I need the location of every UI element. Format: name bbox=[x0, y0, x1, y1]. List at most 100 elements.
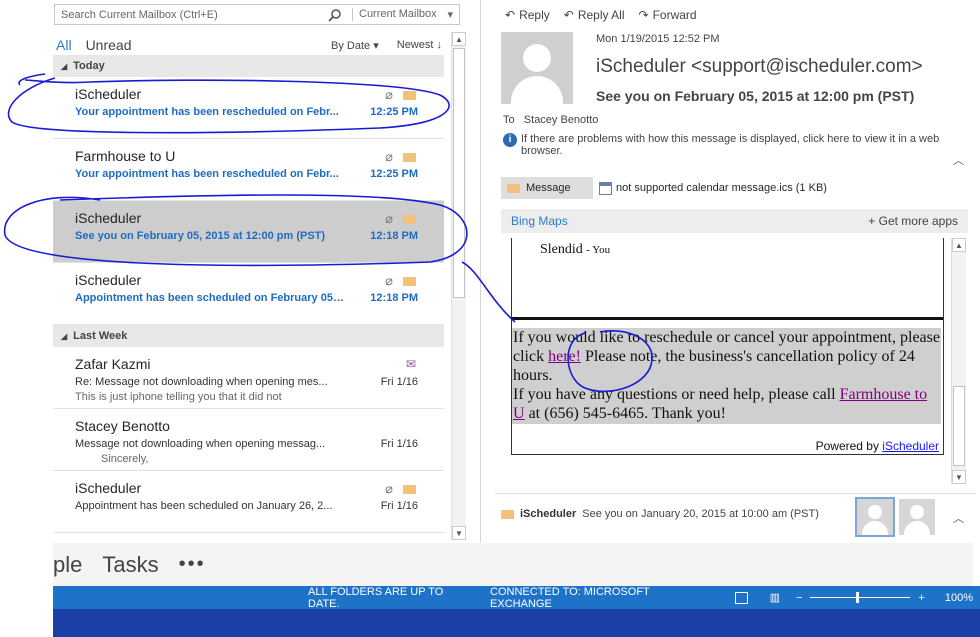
sender-avatar[interactable] bbox=[501, 32, 573, 104]
envelope-icon bbox=[403, 276, 416, 286]
taskbar bbox=[53, 609, 980, 637]
calendar-icon bbox=[599, 181, 612, 195]
list-item[interactable]: Farmhouse to U ⌀ Your appointment has be… bbox=[53, 139, 444, 201]
message-subject-header: See you on February 05, 2015 at 12:00 pm… bbox=[596, 88, 915, 104]
group-header-today[interactable]: ◢ Today bbox=[53, 55, 444, 77]
reply-all-label: Reply All bbox=[577, 8, 625, 22]
filter-unread[interactable]: Unread bbox=[86, 37, 132, 53]
scroll-down-arrow-icon[interactable]: ▼ bbox=[452, 526, 466, 540]
chevron-down-icon: ▾ bbox=[447, 9, 453, 21]
search-icon[interactable] bbox=[324, 5, 346, 24]
get-more-apps-label: Get more apps bbox=[878, 214, 958, 228]
info-bar[interactable]: i If there are problems with how this mes… bbox=[503, 133, 953, 157]
message-tab[interactable]: Message bbox=[501, 177, 593, 199]
recipient-name[interactable]: Stacey Benotto bbox=[524, 114, 599, 126]
scroll-up-arrow-icon[interactable]: ▲ bbox=[952, 238, 966, 252]
get-more-apps-button[interactable]: + Get more apps bbox=[868, 214, 958, 228]
conversation-divider bbox=[495, 493, 975, 494]
sort-by-dropdown[interactable]: By Date ▾ bbox=[331, 39, 379, 52]
message-sender: Stacey Benotto bbox=[75, 418, 170, 434]
group-label: Today bbox=[73, 60, 105, 72]
sort-order-toggle[interactable]: Newest ↓ bbox=[397, 39, 442, 51]
list-item-selected[interactable]: iScheduler ⌀ See you on February 05, 201… bbox=[53, 201, 444, 263]
zoom-slider[interactable] bbox=[810, 592, 911, 603]
zoom-level[interactable]: 100% bbox=[945, 592, 973, 604]
group-header-last-week[interactable]: ◢ Last Week bbox=[53, 325, 444, 347]
message-body: Slendid - You If you would like to resch… bbox=[511, 238, 944, 455]
reading-view-icon[interactable]: ▥ bbox=[770, 591, 780, 604]
envelope-icon bbox=[403, 152, 416, 162]
paperclip-icon: ⌀ bbox=[385, 481, 393, 496]
collapse-header-chevron-icon[interactable]: ︿ bbox=[953, 152, 964, 168]
reply-button[interactable]: ↶ Reply bbox=[505, 8, 550, 22]
nav-people[interactable]: ple bbox=[53, 552, 82, 578]
ischeduler-link[interactable]: iScheduler bbox=[882, 439, 939, 453]
conversation-sender: iScheduler bbox=[520, 508, 577, 520]
reply-all-button[interactable]: ↶ Reply All bbox=[564, 8, 625, 22]
message-time: 12:25 PM bbox=[370, 168, 418, 180]
message-sender: iScheduler bbox=[75, 272, 142, 288]
message-subject: Appointment has been scheduled on Februa… bbox=[75, 292, 345, 304]
sort-order-label: Newest bbox=[396, 39, 434, 51]
scrollbar-thumb[interactable] bbox=[453, 48, 465, 298]
forward-button[interactable]: ↷ Forward bbox=[639, 8, 697, 22]
apps-bar: Bing Maps + Get more apps bbox=[501, 209, 968, 233]
message-to: To Stacey Benotto bbox=[503, 114, 598, 126]
body-greeting: Slendid - You bbox=[540, 242, 610, 258]
search-box[interactable]: Search Current Mailbox (Ctrl+E) Current … bbox=[54, 4, 460, 25]
list-item[interactable]: Zafar Kazmi ✉ Re: Message not downloadin… bbox=[53, 347, 444, 409]
zoom-out-icon[interactable]: − bbox=[796, 592, 802, 604]
list-item[interactable]: iScheduler ⌀ Appointment has been schedu… bbox=[53, 471, 444, 533]
message-sender: iScheduler bbox=[75, 86, 142, 102]
notice-text: If you have any questions or need help, … bbox=[513, 386, 840, 403]
pane-divider[interactable] bbox=[480, 0, 481, 586]
normal-view-icon[interactable] bbox=[734, 591, 748, 604]
bing-maps-app[interactable]: Bing Maps bbox=[511, 214, 568, 228]
collapse-triangle-icon: ◢ bbox=[61, 61, 68, 71]
search-input[interactable]: Search Current Mailbox (Ctrl+E) bbox=[55, 9, 324, 21]
ink-line bbox=[461, 261, 516, 323]
people-avatar[interactable] bbox=[899, 499, 935, 535]
scroll-down-arrow-icon[interactable]: ▼ bbox=[952, 470, 966, 484]
to-label: To bbox=[503, 114, 515, 126]
list-item[interactable]: iScheduler ⌀ Your appointment has been r… bbox=[53, 77, 444, 139]
paperclip-icon: ⌀ bbox=[385, 273, 393, 288]
status-bar-edge bbox=[973, 586, 980, 609]
people-avatar[interactable] bbox=[855, 497, 895, 537]
message-subject: Your appointment has been rescheduled on… bbox=[75, 106, 339, 118]
scrollbar-thumb[interactable] bbox=[953, 386, 965, 466]
attachment-bar: Message not supported calendar message.i… bbox=[501, 176, 975, 200]
filter-all[interactable]: All bbox=[56, 37, 72, 53]
reading-pane-scrollbar[interactable]: ▲ ▼ bbox=[951, 238, 966, 484]
group-label: Last Week bbox=[73, 330, 128, 342]
message-sender: iScheduler bbox=[75, 210, 142, 226]
greeting-text: Slendid bbox=[540, 242, 583, 257]
collapse-triangle-icon: ◢ bbox=[61, 331, 68, 341]
message-preview: This is just iphone telling you that it … bbox=[75, 391, 282, 403]
attachment-file[interactable]: not supported calendar message.ics (1 KB… bbox=[593, 181, 827, 195]
message-time: 12:18 PM bbox=[370, 230, 418, 242]
scroll-up-arrow-icon[interactable]: ▲ bbox=[452, 32, 466, 46]
reschedule-link[interactable]: here! bbox=[548, 348, 581, 365]
envelope-icon bbox=[403, 484, 416, 494]
more-options-icon[interactable]: ••• bbox=[179, 553, 206, 576]
message-time: Fri 1/16 bbox=[380, 376, 418, 388]
message-subject: Message not downloading when opening mes… bbox=[75, 438, 326, 450]
message-subject: See you on February 05, 2015 at 12:00 pm… bbox=[75, 230, 326, 242]
conversation-item[interactable]: iScheduler See you on January 20, 2015 a… bbox=[501, 508, 819, 520]
notice-text: at (656) 545-6465. Thank you! bbox=[524, 405, 727, 422]
zoom-in-icon[interactable]: + bbox=[918, 592, 924, 604]
message-sender: Farmhouse to U bbox=[75, 148, 176, 164]
reading-actions: ↶ Reply ↶ Reply All ↷ Forward bbox=[505, 8, 697, 22]
forward-icon: ↷ bbox=[638, 8, 649, 22]
list-item[interactable]: Stacey Benotto Message not downloading w… bbox=[53, 409, 444, 471]
powered-by: Powered by iScheduler bbox=[816, 439, 939, 453]
message-from[interactable]: iScheduler <support@ischeduler.com> bbox=[596, 56, 923, 78]
message-date: Mon 1/19/2015 12:52 PM bbox=[596, 33, 720, 45]
list-item[interactable]: iScheduler ⌀ Appointment has been schedu… bbox=[53, 263, 444, 325]
zoom-slider-knob[interactable] bbox=[856, 592, 860, 603]
collapse-people-chevron-icon[interactable]: ︿ bbox=[953, 510, 964, 526]
message-list-scrollbar[interactable]: ▲ ▼ bbox=[451, 32, 466, 540]
search-scope-dropdown[interactable]: Current Mailbox ▾ bbox=[359, 8, 459, 21]
nav-tasks[interactable]: Tasks bbox=[102, 552, 158, 578]
